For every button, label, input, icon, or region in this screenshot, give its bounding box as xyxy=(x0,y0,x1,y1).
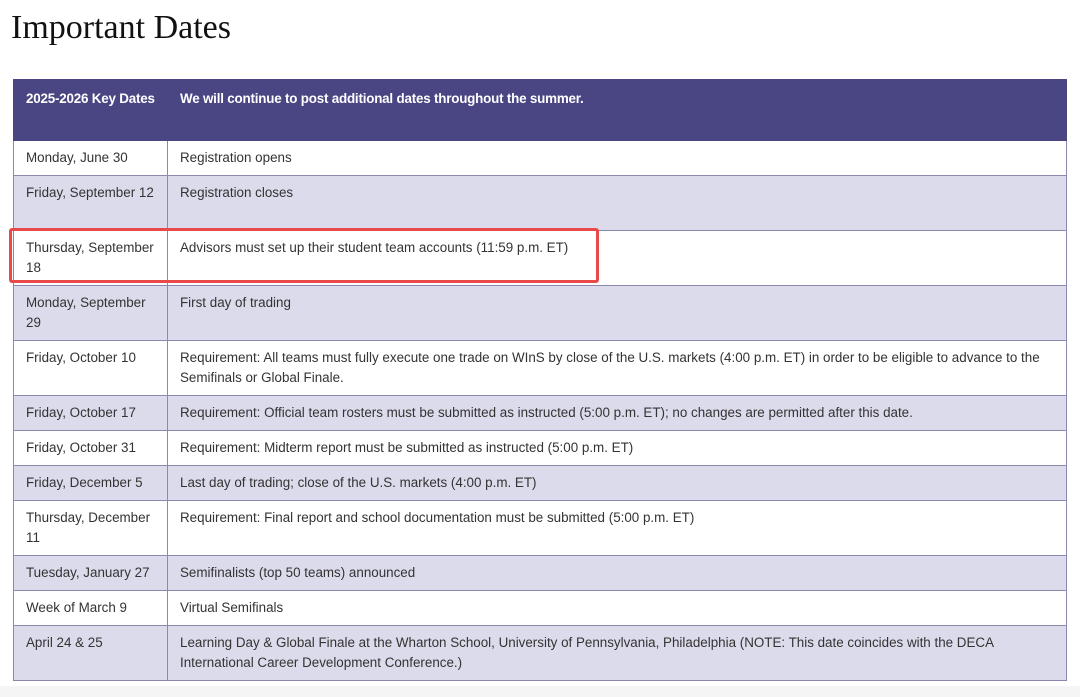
table-row: Friday, October 10 Requirement: All team… xyxy=(13,340,1067,396)
date-cell: Friday, October 17 xyxy=(13,395,168,431)
table-row: Friday, September 12 Registration closes xyxy=(13,175,1067,231)
table-row: Friday, October 17 Requirement: Official… xyxy=(13,395,1067,431)
date-cell: Friday, September 12 xyxy=(13,175,168,231)
event-cell: Requirement: Midterm report must be subm… xyxy=(167,430,1067,466)
event-cell: Requirement: Official team rosters must … xyxy=(167,395,1067,431)
table-row: Monday, June 30 Registration opens xyxy=(13,140,1067,176)
date-cell: Friday, October 31 xyxy=(13,430,168,466)
event-cell: Registration closes xyxy=(167,175,1067,231)
table-row: Friday, October 31 Requirement: Midterm … xyxy=(13,430,1067,466)
date-cell: Friday, October 10 xyxy=(13,340,168,396)
event-cell: Semifinalists (top 50 teams) announced xyxy=(167,555,1067,591)
date-cell: Monday, June 30 xyxy=(13,140,168,176)
date-cell: Friday, December 5 xyxy=(13,465,168,501)
page-title: Important Dates xyxy=(11,9,231,46)
date-cell: Thursday, September 18 xyxy=(13,230,168,286)
event-cell: Learning Day & Global Finale at the Whar… xyxy=(167,625,1067,681)
date-cell: Week of March 9 xyxy=(13,590,168,626)
table-row: April 24 & 25 Learning Day & Global Fina… xyxy=(13,625,1067,681)
event-cell: Registration opens xyxy=(167,140,1067,176)
date-cell: Monday, September 29 xyxy=(13,285,168,341)
key-dates-table: 2025-2026 Key Dates We will continue to … xyxy=(13,79,1067,681)
date-cell: Tuesday, January 27 xyxy=(13,555,168,591)
event-cell: First day of trading xyxy=(167,285,1067,341)
table-row: Week of March 9 Virtual Semifinals xyxy=(13,590,1067,626)
event-cell: Requirement: All teams must fully execut… xyxy=(167,340,1067,396)
table-row: Monday, September 29 First day of tradin… xyxy=(13,285,1067,341)
date-cell: April 24 & 25 xyxy=(13,625,168,681)
event-cell: Virtual Semifinals xyxy=(167,590,1067,626)
table-row: Thursday, September 18 Advisors must set… xyxy=(13,230,1067,286)
header-note: We will continue to post additional date… xyxy=(167,79,1067,141)
table-row: Friday, December 5 Last day of trading; … xyxy=(13,465,1067,501)
page-bottom-strip xyxy=(0,686,1080,697)
event-cell: Last day of trading; close of the U.S. m… xyxy=(167,465,1067,501)
event-cell: Advisors must set up their student team … xyxy=(167,230,1067,286)
date-cell: Thursday, December 11 xyxy=(13,500,168,556)
table-row: Thursday, December 11 Requirement: Final… xyxy=(13,500,1067,556)
table-header-row: 2025-2026 Key Dates We will continue to … xyxy=(13,79,1067,141)
table-row: Tuesday, January 27 Semifinalists (top 5… xyxy=(13,555,1067,591)
header-key-dates: 2025-2026 Key Dates xyxy=(13,79,168,141)
event-cell: Requirement: Final report and school doc… xyxy=(167,500,1067,556)
